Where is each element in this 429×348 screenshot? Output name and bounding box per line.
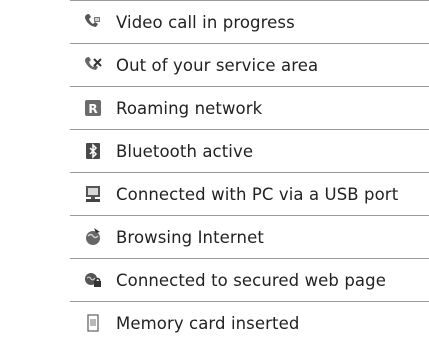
table-row: Memory card inserted: [70, 302, 429, 344]
table-row: Browsing Internet: [70, 216, 429, 259]
video-call-icon: [70, 12, 116, 32]
row-label: Video call in progress: [116, 12, 295, 32]
memory-card-icon: [70, 313, 116, 333]
table-row: Out of your service area: [70, 44, 429, 87]
row-label: Bluetooth active: [116, 141, 254, 161]
table-row: Video call in progress: [70, 1, 429, 44]
row-label: Browsing Internet: [116, 227, 264, 247]
row-label: Out of your service area: [116, 55, 319, 75]
no-service-icon: [70, 55, 116, 75]
svg-text:R: R: [88, 102, 97, 116]
status-icon-table: Video call in progress Out of your servi…: [70, 0, 429, 344]
browsing-icon: [70, 227, 116, 247]
table-row: Connected with PC via a USB port: [70, 173, 429, 216]
table-row: Bluetooth active: [70, 130, 429, 173]
row-label: Memory card inserted: [116, 313, 300, 333]
row-label: Connected with PC via a USB port: [116, 184, 399, 204]
secured-web-icon: [70, 270, 116, 290]
table-row: R Roaming network: [70, 87, 429, 130]
row-label: Roaming network: [116, 98, 263, 118]
row-label: Connected to secured web page: [116, 270, 386, 290]
roaming-icon: R: [70, 98, 116, 118]
pc-usb-icon: [70, 184, 116, 204]
bluetooth-icon: [70, 141, 116, 161]
table-row: Connected to secured web page: [70, 259, 429, 302]
